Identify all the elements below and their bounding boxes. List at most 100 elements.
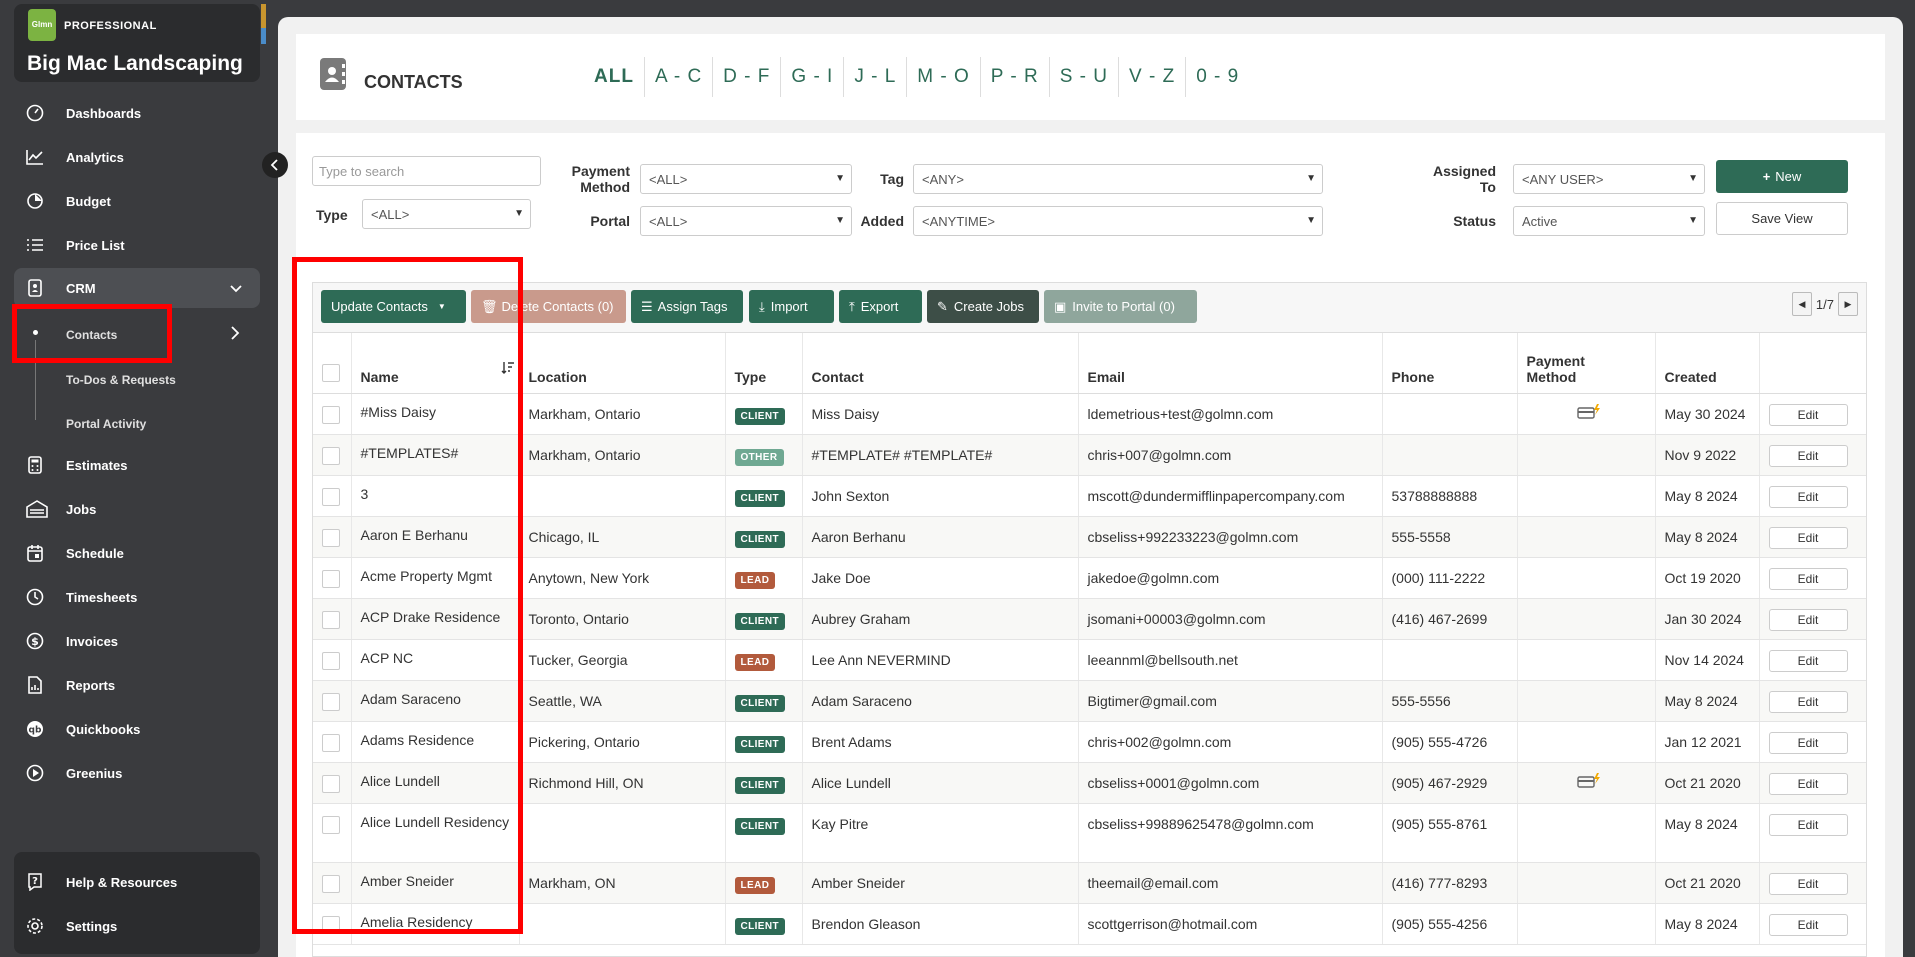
nav-portal-activity[interactable]: Portal Activity — [66, 417, 146, 431]
table-row[interactable]: Alice Lundell Residency CLIENT Kay Pitre cb… — [313, 803, 1866, 863]
row-checkbox[interactable] — [322, 874, 340, 893]
status-select[interactable]: Active ▼ — [1513, 206, 1705, 236]
row-checkbox[interactable] — [322, 692, 340, 711]
row-checkbox[interactable] — [322, 651, 340, 670]
alpha-0-9[interactable]: 0 - 9 — [1186, 57, 1249, 97]
collapse-sidebar-button[interactable] — [262, 152, 288, 178]
contact-name[interactable]: Amelia Residency — [351, 903, 520, 945]
alpha-v-z[interactable]: V - Z — [1119, 57, 1187, 97]
row-checkbox[interactable] — [322, 774, 340, 793]
new-contact-button[interactable]: + New — [1716, 160, 1848, 193]
table-row[interactable]: Acme Property Mgmt Anytown, New York LEAD J… — [313, 557, 1866, 599]
nav-help[interactable]: ? Help & Resources — [14, 862, 260, 902]
contact-name[interactable]: #Miss Daisy — [351, 393, 520, 435]
nav-invoices[interactable]: $ Invoices — [14, 621, 260, 661]
nav-greenius[interactable]: Greenius — [14, 753, 260, 793]
col-location[interactable]: Location — [519, 333, 726, 394]
contact-name[interactable]: Adams Residence — [351, 721, 520, 763]
col-created[interactable]: Created — [1655, 333, 1760, 394]
table-row[interactable]: #Miss Daisy Markham, Ontario CLIENT Miss Da… — [313, 393, 1866, 435]
save-view-button[interactable]: Save View — [1716, 202, 1848, 235]
added-select[interactable]: <ANYTIME> ▼ — [913, 206, 1323, 236]
delete-contacts-button[interactable]: 🗑 Delete Contacts (0) — [471, 290, 626, 323]
create-jobs-button[interactable]: ✎ Create Jobs — [927, 290, 1039, 323]
nav-contacts[interactable]: Contacts — [66, 328, 117, 342]
contact-name[interactable]: 3 — [351, 475, 520, 517]
type-select[interactable]: <ALL> ▼ — [362, 199, 531, 229]
update-contacts-button[interactable]: Update Contacts ▼ — [321, 290, 466, 323]
nav-price-list[interactable]: Price List — [14, 225, 260, 265]
table-row[interactable]: ACP Drake Residence Toronto, Ontario CLIEN… — [313, 598, 1866, 640]
search-input[interactable]: Type to search — [312, 156, 541, 186]
contact-name[interactable]: Adam Saraceno — [351, 680, 520, 722]
alpha-p-r[interactable]: P - R — [981, 57, 1050, 97]
edit-button[interactable]: Edit — [1768, 649, 1848, 672]
edit-button[interactable]: Edit — [1768, 567, 1848, 590]
edit-button[interactable]: Edit — [1768, 813, 1848, 836]
nav-estimates[interactable]: Estimates — [14, 445, 260, 485]
edit-button[interactable]: Edit — [1768, 444, 1848, 467]
nav-analytics[interactable]: Analytics — [14, 137, 260, 177]
edit-button[interactable]: Edit — [1768, 526, 1848, 549]
nav-quickbooks[interactable]: qb Quickbooks — [14, 709, 260, 749]
table-row[interactable]: ACP NC Tucker, Georgia LEAD Lee Ann NEVERMI… — [313, 639, 1866, 681]
table-row[interactable]: 3 CLIENT John Sexton mscott@dundermifflinpa… — [313, 475, 1866, 517]
alpha-all[interactable]: ALL — [584, 57, 645, 97]
row-checkbox[interactable] — [322, 405, 340, 424]
tag-select[interactable]: <ANY> ▼ — [913, 164, 1323, 194]
table-row[interactable]: Amber Sneider Markham, ON LEAD Amber Sneide… — [313, 862, 1866, 904]
col-name[interactable]: Name — [351, 333, 520, 394]
table-row[interactable]: Alice Lundell Richmond Hill, ON CLIENT Alic… — [313, 762, 1866, 804]
alpha-g-i[interactable]: G - I — [781, 57, 845, 97]
prev-page-button[interactable]: ◀ — [1791, 292, 1812, 316]
contact-name[interactable]: Aaron E Berhanu — [351, 516, 520, 558]
export-button[interactable]: ⤒ Export — [839, 290, 922, 323]
row-checkbox[interactable] — [322, 733, 340, 752]
table-row[interactable]: Adam Saraceno Seattle, WA CLIENT Adam Sarac… — [313, 680, 1866, 722]
select-all-checkbox[interactable] — [322, 363, 340, 382]
contact-name[interactable]: Acme Property Mgmt — [351, 557, 520, 599]
table-row[interactable]: Adams Residence Pickering, Ontario CLIENT B… — [313, 721, 1866, 763]
row-checkbox[interactable] — [322, 610, 340, 629]
nav-timesheets[interactable]: Timesheets — [14, 577, 260, 617]
row-checkbox[interactable] — [322, 569, 340, 588]
assigned-to-select[interactable]: <ANY USER> ▼ — [1513, 164, 1705, 194]
edit-button[interactable]: Edit — [1768, 772, 1848, 795]
payment-method-select[interactable]: <ALL> ▼ — [640, 164, 852, 194]
contact-name[interactable]: Alice Lundell — [351, 762, 520, 804]
table-row[interactable]: Aaron E Berhanu Chicago, IL CLIENT Aaron Be… — [313, 516, 1866, 558]
contact-name[interactable]: ACP NC — [351, 639, 520, 681]
table-row[interactable]: Amelia Residency CLIENT Brendon Gleason sco… — [313, 903, 1866, 945]
nav-schedule[interactable]: Schedule — [14, 533, 260, 573]
contact-name[interactable]: ACP Drake Residence — [351, 598, 520, 640]
col-phone[interactable]: Phone — [1382, 333, 1518, 394]
col-contact[interactable]: Contact — [802, 333, 1079, 394]
col-payment-method[interactable]: Payment Method — [1517, 333, 1656, 394]
edit-button[interactable]: Edit — [1768, 485, 1848, 508]
alpha-j-l[interactable]: J - L — [844, 57, 908, 97]
row-checkbox[interactable] — [322, 915, 340, 934]
edit-button[interactable]: Edit — [1768, 731, 1848, 754]
import-button[interactable]: ⤓ Import — [749, 290, 834, 323]
row-checkbox[interactable] — [322, 528, 340, 547]
edit-button[interactable]: Edit — [1768, 608, 1848, 631]
nav-todos[interactable]: To-Dos & Requests — [66, 373, 176, 387]
edit-button[interactable]: Edit — [1768, 872, 1848, 895]
table-row[interactable]: #TEMPLATES# Markham, Ontario OTHER #TEMPLAT… — [313, 434, 1866, 476]
edit-button[interactable]: Edit — [1768, 690, 1848, 713]
nav-crm[interactable]: CRM — [14, 268, 260, 308]
contact-name[interactable]: Amber Sneider — [351, 862, 520, 904]
col-type[interactable]: Type — [725, 333, 803, 394]
alpha-s-u[interactable]: S - U — [1050, 57, 1120, 97]
assign-tags-button[interactable]: ☰ Assign Tags — [631, 290, 743, 323]
contact-name[interactable]: #TEMPLATES# — [351, 434, 520, 476]
nav-reports[interactable]: Reports — [14, 665, 260, 705]
row-checkbox[interactable] — [322, 815, 340, 834]
nav-budget[interactable]: Budget — [14, 181, 260, 221]
next-page-button[interactable]: ▶ — [1838, 292, 1858, 316]
nav-jobs[interactable]: Jobs — [14, 489, 260, 529]
edit-button[interactable]: Edit — [1768, 913, 1848, 936]
nav-dashboards[interactable]: Dashboards — [14, 93, 260, 133]
row-checkbox[interactable] — [322, 487, 340, 506]
alpha-m-o[interactable]: M - O — [907, 57, 981, 97]
